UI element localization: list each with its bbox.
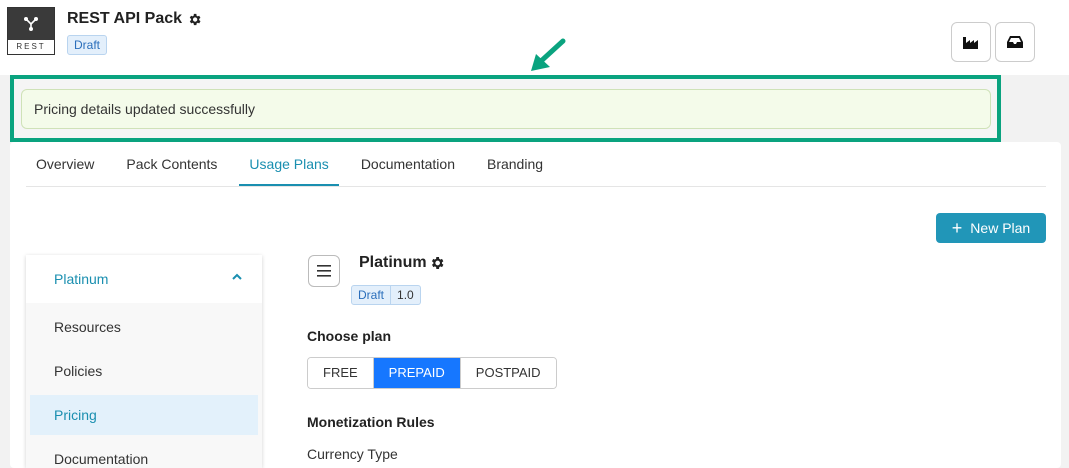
status-badge: Draft xyxy=(67,35,108,55)
sidebar-item-pricing[interactable]: Pricing xyxy=(30,395,258,435)
inbox-icon xyxy=(1007,36,1023,48)
inbox-button[interactable] xyxy=(995,22,1035,62)
plan-title: Platinum xyxy=(359,254,427,271)
plan-side-menu: Platinum Resources Policies Pricing Docu… xyxy=(26,255,262,468)
plan-title-row: Platinum xyxy=(359,254,445,272)
plan-version-badge: 1.0 xyxy=(391,285,421,305)
sidebar-item-platinum[interactable]: Platinum xyxy=(26,259,262,299)
tab-bar: Overview Pack Contents Usage Plans Docum… xyxy=(26,142,1046,187)
monetization-rules-label: Monetization Rules xyxy=(307,414,435,430)
plan-option-postpaid[interactable]: POSTPAID xyxy=(459,358,556,388)
plus-icon: + xyxy=(951,218,963,238)
api-network-icon xyxy=(24,17,38,31)
gear-icon[interactable] xyxy=(187,12,202,27)
tab-branding[interactable]: Branding xyxy=(477,142,553,186)
sidebar-item-policies[interactable]: Policies xyxy=(26,351,262,391)
currency-type-label: Currency Type xyxy=(307,446,398,462)
hamburger-icon xyxy=(317,265,331,277)
plan-menu-button[interactable] xyxy=(308,255,340,287)
tab-pack-contents[interactable]: Pack Contents xyxy=(116,142,227,186)
success-alert: Pricing details updated successfully xyxy=(21,89,991,129)
plan-badges: Draft 1.0 xyxy=(351,285,421,305)
chevron-up-icon xyxy=(232,273,242,280)
pack-logo: REST xyxy=(7,7,55,55)
pack-title-row: REST API Pack xyxy=(67,10,202,28)
sidebar-item-documentation[interactable]: Documentation xyxy=(26,439,262,468)
analytics-button[interactable] xyxy=(951,22,991,62)
tab-overview[interactable]: Overview xyxy=(26,142,104,186)
sidebar-item-label: Platinum xyxy=(54,271,109,287)
new-plan-label: New Plan xyxy=(970,220,1031,236)
new-plan-button[interactable]: + New Plan xyxy=(936,213,1046,243)
pack-title: REST API Pack xyxy=(67,10,183,27)
arrow-annotation-icon xyxy=(531,38,566,71)
plan-type-selector: FREE PREPAID POSTPAID xyxy=(307,357,557,389)
choose-plan-label: Choose plan xyxy=(307,328,392,344)
tab-documentation[interactable]: Documentation xyxy=(351,142,465,186)
factory-icon xyxy=(963,37,978,49)
gear-icon[interactable] xyxy=(429,255,445,271)
tab-usage-plans[interactable]: Usage Plans xyxy=(239,142,339,186)
logo-text: REST xyxy=(8,40,54,54)
plan-option-prepaid[interactable]: PREPAID xyxy=(372,358,460,388)
sidebar-item-resources[interactable]: Resources xyxy=(26,307,262,347)
plan-status-badge: Draft xyxy=(351,285,392,305)
plan-option-free[interactable]: FREE xyxy=(308,358,373,388)
